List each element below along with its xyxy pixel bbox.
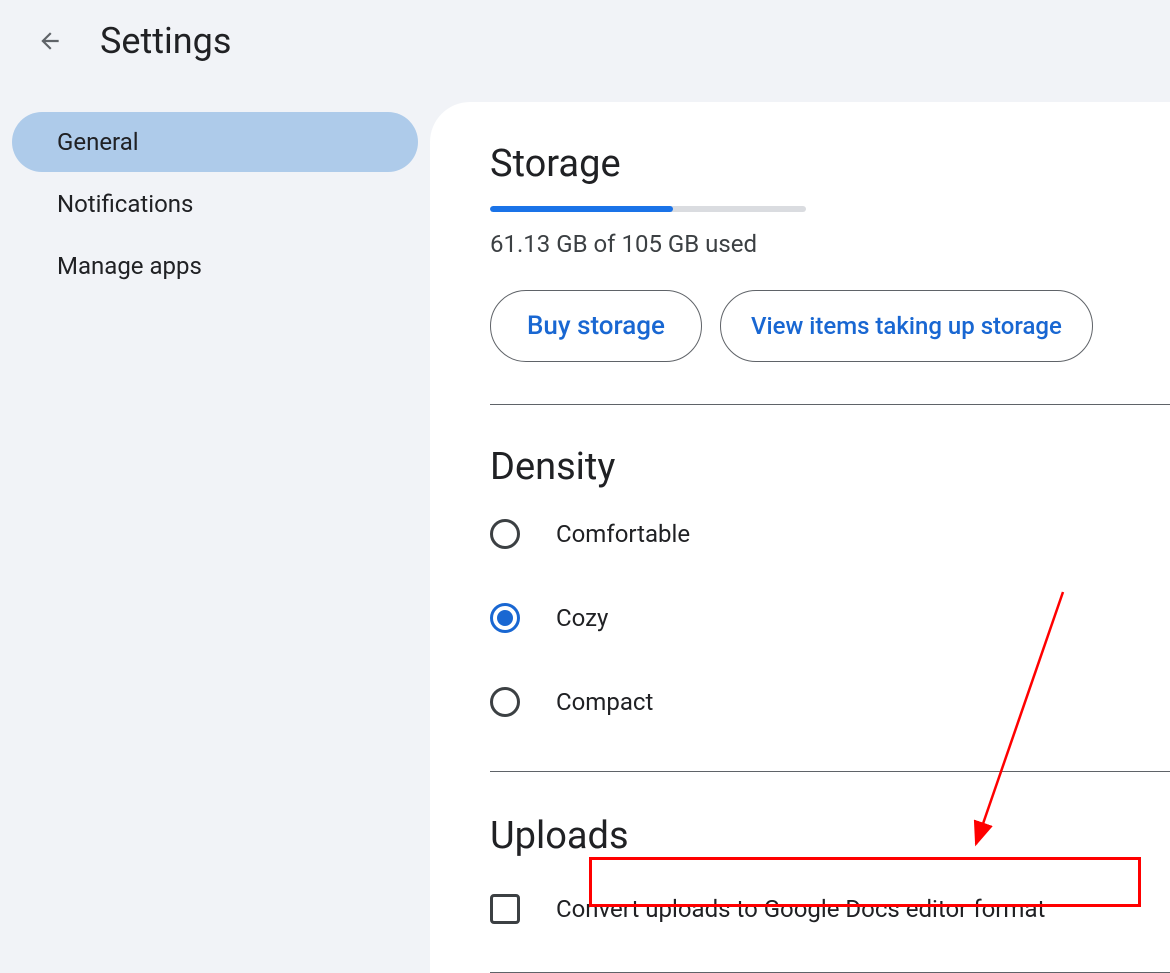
density-radio-group: Comfortable Cozy Compact: [490, 519, 1170, 717]
radio-icon: [490, 519, 520, 549]
uploads-title: Uploads: [490, 814, 1170, 858]
sidebar: General Notifications Manage apps: [0, 102, 430, 973]
content-panel: Storage 61.13 GB of 105 GB used Buy stor…: [430, 102, 1170, 973]
page-title: Settings: [100, 20, 231, 62]
radio-label: Compact: [556, 688, 653, 716]
storage-usage-text: 61.13 GB of 105 GB used: [490, 230, 1170, 258]
buy-storage-button[interactable]: Buy storage: [490, 290, 702, 362]
checkbox-icon[interactable]: [490, 894, 520, 924]
storage-buttons: Buy storage View items taking up storage: [490, 290, 1170, 362]
main-container: General Notifications Manage apps Storag…: [0, 102, 1170, 973]
uploads-checkbox-row[interactable]: Convert uploads to Google Docs editor fo…: [490, 894, 1170, 924]
radio-label: Cozy: [556, 604, 608, 632]
radio-option-comfortable[interactable]: Comfortable: [490, 519, 1170, 549]
radio-option-cozy[interactable]: Cozy: [490, 603, 1170, 633]
density-section: Density Comfortable Cozy Compact: [490, 405, 1170, 772]
back-button[interactable]: [30, 21, 70, 61]
radio-dot-icon: [497, 610, 513, 626]
storage-progress-bar: [490, 206, 806, 212]
sidebar-item-label: Notifications: [57, 190, 193, 218]
arrow-left-icon: [37, 28, 63, 54]
radio-option-compact[interactable]: Compact: [490, 687, 1170, 717]
sidebar-item-label: General: [57, 128, 139, 156]
radio-icon: [490, 687, 520, 717]
density-title: Density: [490, 445, 1170, 489]
checkbox-label: Convert uploads to Google Docs editor fo…: [556, 895, 1045, 923]
radio-icon: [490, 603, 520, 633]
uploads-section: Uploads Convert uploads to Google Docs e…: [490, 772, 1170, 973]
sidebar-item-notifications[interactable]: Notifications: [12, 174, 418, 234]
header: Settings: [0, 0, 1170, 82]
storage-section: Storage 61.13 GB of 105 GB used Buy stor…: [490, 142, 1170, 405]
radio-label: Comfortable: [556, 520, 690, 548]
storage-progress-fill: [490, 206, 673, 212]
sidebar-item-label: Manage apps: [57, 252, 202, 280]
view-items-button[interactable]: View items taking up storage: [720, 290, 1093, 362]
sidebar-item-general[interactable]: General: [12, 112, 418, 172]
sidebar-item-manage-apps[interactable]: Manage apps: [12, 236, 418, 296]
storage-title: Storage: [490, 142, 1170, 186]
